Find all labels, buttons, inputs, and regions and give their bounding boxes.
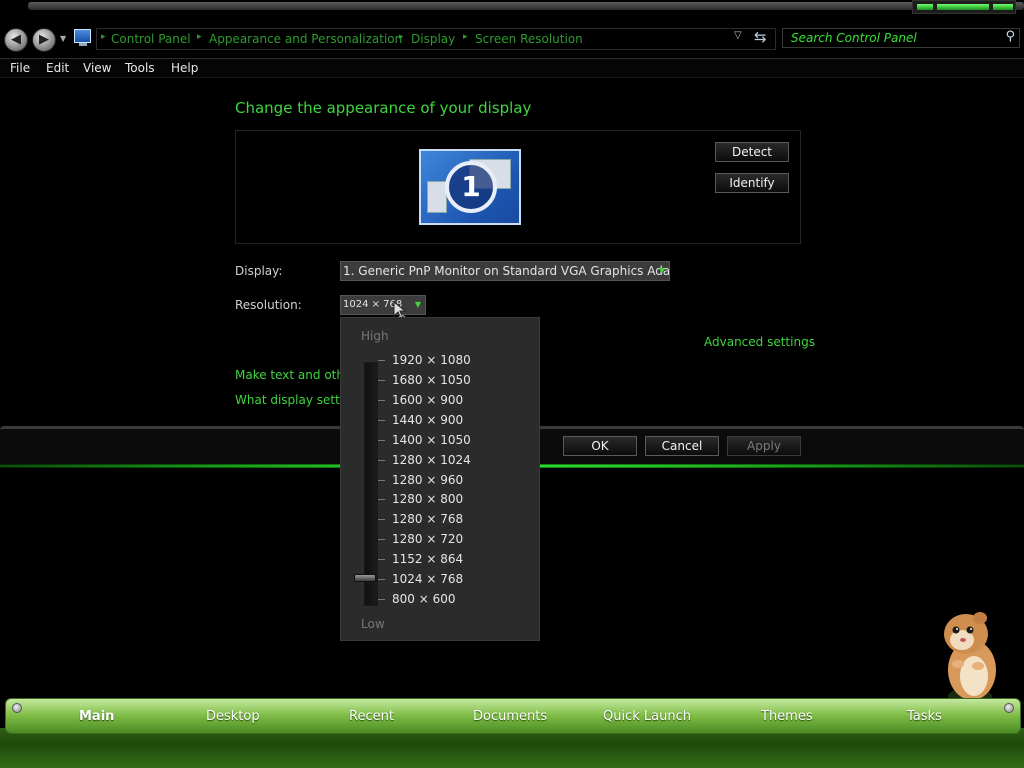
slider-tick (378, 440, 385, 441)
dock-tab-documents[interactable]: Documents (473, 709, 547, 724)
identify-button[interactable]: Identify (715, 173, 789, 193)
resolution-slider-track[interactable] (364, 362, 378, 606)
menu-help[interactable]: Help (171, 61, 198, 75)
menu-tools[interactable]: Tools (125, 61, 155, 75)
text-size-link[interactable]: Make text and other (235, 368, 356, 382)
address-bar[interactable]: ▸ Control Panel ▸ Appearance and Persona… (96, 28, 776, 50)
slider-tick (378, 460, 385, 461)
dock-tab-recent[interactable]: Recent (349, 709, 394, 724)
back-arrow-icon: ◀ (11, 32, 21, 47)
resolution-option[interactable]: 1280 × 800 (392, 492, 463, 506)
display-label: Display: (235, 264, 283, 278)
forward-arrow-icon: ▶ (39, 32, 49, 47)
breadcrumb-display[interactable]: Display (411, 32, 455, 46)
recent-pages-dropdown[interactable]: ▼ (60, 34, 66, 43)
chevron-right-icon[interactable]: ▸ (197, 32, 202, 42)
resolution-label: Resolution: (235, 298, 302, 312)
dock-tab-quick-launch[interactable]: Quick Launch (603, 709, 691, 724)
control-panel-icon (74, 29, 91, 46)
title-bar (0, 0, 1024, 24)
slider-tick (378, 380, 385, 381)
monitor-number: 1 (445, 161, 497, 213)
back-button[interactable]: ◀ (4, 28, 28, 52)
detect-button[interactable]: Detect (715, 142, 789, 162)
resolution-option[interactable]: 1280 × 960 (392, 473, 463, 487)
slider-high-label: High (361, 329, 389, 343)
hamster-mascot-icon (944, 612, 996, 704)
resolution-option[interactable]: 1600 × 900 (392, 393, 463, 407)
menu-view[interactable]: View (83, 61, 111, 75)
slider-tick (378, 400, 385, 401)
resolution-slider-thumb[interactable] (354, 574, 376, 582)
slider-tick (378, 499, 385, 500)
menu-file[interactable]: File (10, 61, 30, 75)
advanced-settings-link[interactable]: Advanced settings (704, 335, 815, 349)
slider-tick (378, 539, 385, 540)
search-box[interactable]: ⚲ (782, 28, 1020, 48)
resolution-option[interactable]: 1152 × 864 (392, 552, 463, 566)
resolution-option[interactable]: 1440 × 900 (392, 413, 463, 427)
resolution-select[interactable]: 1024 × 768 ▼ (340, 295, 426, 315)
display-select[interactable]: 1. Generic PnP Monitor on Standard VGA G… (340, 261, 670, 281)
resolution-option[interactable]: 800 × 600 (392, 592, 456, 606)
close-button[interactable] (993, 4, 1013, 10)
display-select-value: 1. Generic PnP Monitor on Standard VGA G… (343, 264, 670, 278)
monitor-panel: 1 Detect Identify (235, 130, 801, 244)
screw-icon (1004, 703, 1014, 713)
resolution-dropdown: High 1920 × 1080 1680 × 1050 1600 × 900 … (340, 317, 540, 641)
breadcrumb-appearance[interactable]: Appearance and Personalization (209, 32, 402, 46)
chevron-right-icon: ▸ (101, 32, 106, 42)
monitor-preview-window (427, 181, 447, 213)
resolution-option[interactable]: 1280 × 1024 (392, 453, 471, 467)
dock-tab-desktop[interactable]: Desktop (206, 709, 260, 724)
slider-tick (378, 360, 385, 361)
slider-tick (378, 519, 385, 520)
forward-button[interactable]: ▶ (32, 28, 56, 52)
maximize-button[interactable] (937, 4, 989, 10)
slider-tick (378, 599, 385, 600)
dock-tab-tasks[interactable]: Tasks (907, 709, 942, 724)
resolution-option[interactable]: 1280 × 768 (392, 512, 463, 526)
breadcrumb-control-panel[interactable]: Control Panel (111, 32, 191, 46)
slider-tick (378, 559, 385, 560)
bottom-dock-bar: Main Desktop Recent Documents Quick Laun… (5, 698, 1021, 734)
search-input[interactable] (791, 30, 991, 46)
dock-tab-main[interactable]: Main (79, 709, 114, 724)
menu-bar: File Edit View Tools Help (0, 58, 1024, 78)
address-dropdown-icon[interactable]: ▽ (734, 30, 742, 41)
resolution-option-selected[interactable]: 1024 × 768 (392, 572, 463, 586)
cancel-button[interactable]: Cancel (645, 436, 719, 456)
resolution-option[interactable]: 1920 × 1080 (392, 353, 471, 367)
slider-tick (378, 579, 385, 580)
chevron-down-icon: ▼ (414, 300, 421, 309)
slider-tick (378, 420, 385, 421)
screen: ◀ ▶ ▼ ▸ Control Panel ▸ Appearance and P… (0, 0, 1024, 768)
chevron-down-icon: ▼ (658, 266, 665, 275)
slider-low-label: Low (361, 617, 385, 631)
window-controls (912, 0, 1016, 14)
resolution-option[interactable]: 1400 × 1050 (392, 433, 471, 447)
screw-icon (12, 703, 22, 713)
apply-button[interactable]: Apply (727, 436, 801, 456)
chevron-right-icon[interactable]: ▸ (399, 32, 404, 42)
chevron-right-icon[interactable]: ▸ (463, 32, 468, 42)
refresh-icon[interactable]: ⇆ (754, 28, 767, 46)
search-icon[interactable]: ⚲ (1005, 29, 1015, 44)
ok-button[interactable]: OK (563, 436, 637, 456)
title-bar-strip (28, 2, 1024, 10)
dock-tab-themes[interactable]: Themes (761, 709, 813, 724)
page-title: Change the appearance of your display (235, 99, 532, 117)
minimize-button[interactable] (917, 4, 933, 10)
grass-background (0, 728, 1024, 768)
breadcrumb-screen-resolution[interactable]: Screen Resolution (475, 32, 583, 46)
slider-tick (378, 480, 385, 481)
menu-edit[interactable]: Edit (46, 61, 69, 75)
resolution-option[interactable]: 1680 × 1050 (392, 373, 471, 387)
resolution-option[interactable]: 1280 × 720 (392, 532, 463, 546)
monitor-1-tile[interactable]: 1 (419, 149, 521, 225)
